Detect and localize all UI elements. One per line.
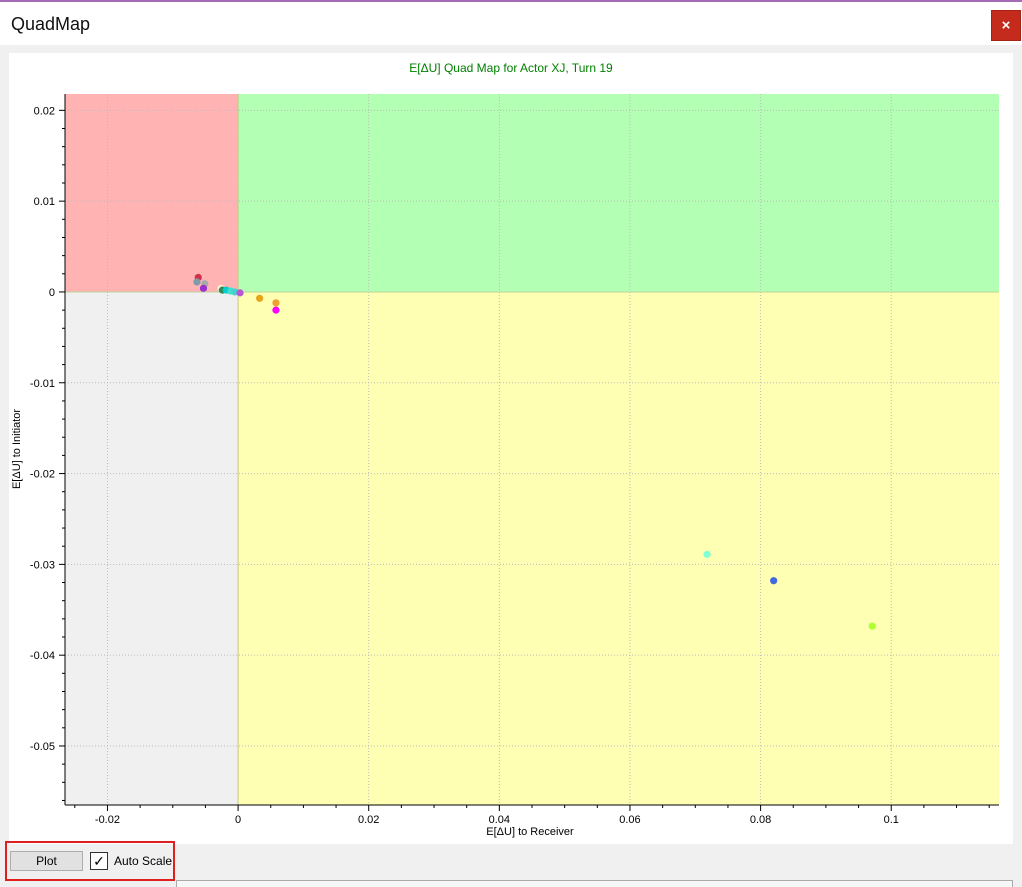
data-point	[199, 284, 208, 292]
quadrant-bottom-left	[65, 291, 239, 805]
data-point	[256, 294, 264, 302]
quadrant-top-right	[238, 94, 999, 292]
y-tick-label: -0.02	[30, 469, 55, 481]
x-tick-label: 0.04	[489, 814, 510, 826]
quadrant-top-left	[65, 94, 239, 292]
x-tick-label: -0.02	[95, 814, 120, 826]
y-tick-label: 0.02	[34, 105, 55, 117]
y-tick-label: -0.05	[30, 741, 55, 753]
data-point	[236, 289, 244, 297]
chart-title: E[ΔU] Quad Map for Actor XJ, Turn 19	[409, 61, 613, 75]
autoscale-checkbox[interactable]: ✓	[90, 852, 108, 870]
y-tick-label: -0.01	[30, 378, 55, 390]
data-point	[272, 299, 280, 307]
quadrant-bottom-right	[238, 291, 999, 805]
x-axis-label: E[ΔU] to Receiver	[486, 826, 574, 838]
y-tick-label: 0.01	[34, 196, 55, 208]
bottom-panel-edge	[176, 880, 1013, 887]
autoscale-label: Auto Scale	[114, 854, 173, 868]
y-tick-label: 0	[49, 287, 55, 299]
data-point	[193, 278, 201, 286]
autoscale-control[interactable]: ✓ Auto Scale	[90, 851, 172, 871]
y-axis-label: E[ΔU] to Initiator	[11, 409, 23, 489]
data-point	[770, 577, 778, 585]
x-tick-label: 0.08	[750, 814, 771, 826]
plot-button[interactable]: Plot	[10, 851, 83, 871]
x-tick-label: 0	[235, 814, 241, 826]
window-title: QuadMap	[11, 14, 91, 34]
close-icon: ×	[1001, 17, 1011, 34]
x-tick-label: 0.02	[358, 814, 379, 826]
data-point	[868, 622, 876, 630]
data-point	[703, 550, 711, 558]
plot-panel: -0.02 0 0.02 0.04 0.06 0.08 0.1 0.02 0.01 0 -0.01 -…	[9, 53, 1013, 844]
check-icon: ✓	[93, 852, 105, 869]
title-bar: QuadMap	[0, 2, 1022, 45]
quad-map-chart: -0.02 0 0.02 0.04 0.06 0.08 0.1 0.02 0.01 0 -0.01 -…	[11, 61, 999, 838]
data-point	[272, 306, 280, 314]
close-button[interactable]: ×	[991, 10, 1021, 41]
y-tick-label: -0.03	[30, 559, 55, 571]
x-tick-label: 0.06	[619, 814, 640, 826]
y-tick-label: -0.04	[30, 650, 55, 662]
x-tick-label: 0.1	[884, 814, 899, 826]
